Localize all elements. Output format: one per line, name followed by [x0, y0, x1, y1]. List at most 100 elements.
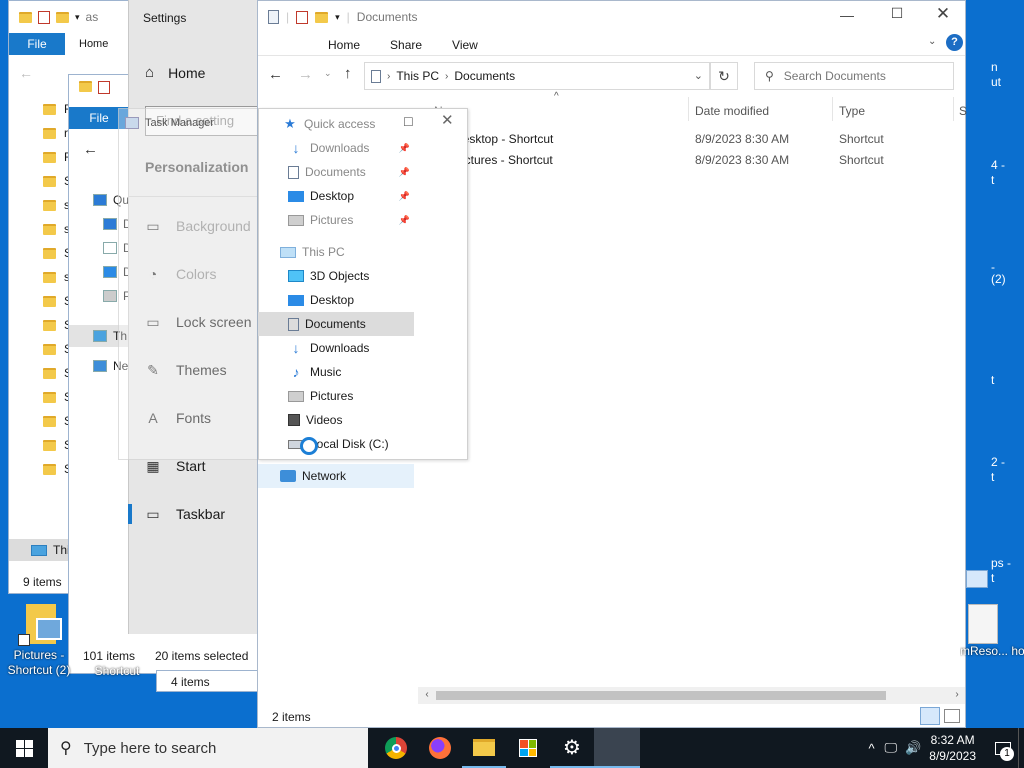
show-desktop-button[interactable]: [1018, 728, 1024, 768]
back-arrow-icon[interactable]: ←: [83, 141, 98, 158]
download-icon: ↓: [292, 340, 300, 356]
nav-qa-downloads[interactable]: ↓ Downloads 📌: [258, 136, 414, 160]
firefox-taskbar-button[interactable]: [418, 728, 462, 768]
tab-share[interactable]: Share: [390, 38, 422, 52]
nav-pc-videos[interactable]: Videos: [258, 408, 414, 432]
nav-quick-access[interactable]: ★ Quick access: [258, 112, 414, 136]
status-item-count: 101 items: [83, 649, 136, 663]
active-taskbar-button[interactable]: [594, 728, 640, 768]
nav-pc-local-disk-c-[interactable]: Local Disk (C:): [258, 432, 414, 456]
scroll-left-icon[interactable]: ‹: [420, 689, 434, 703]
dropdown-icon[interactable]: ▾: [75, 12, 80, 23]
address-dropdown-icon[interactable]: ⌄: [694, 69, 703, 82]
address-bar[interactable]: › This PC › Documents ⌄: [364, 62, 710, 90]
file-explorer-taskbar-button[interactable]: [462, 728, 506, 768]
ribbon-expand-icon[interactable]: ⌄: [928, 36, 936, 47]
close-icon[interactable]: ✕: [441, 111, 454, 129]
taskbar-search-box[interactable]: ⚲ Type here to search: [48, 728, 368, 768]
volume-icon[interactable]: 🔊: [905, 740, 921, 756]
pin-icon: 📌: [398, 142, 410, 153]
search-box[interactable]: ⚲ Search Documents: [754, 62, 954, 90]
third-window-status: 4 items: [156, 670, 258, 692]
file-type: Shortcut: [839, 153, 884, 167]
chevron-right-icon: ›: [387, 70, 391, 82]
nav-label: Pictures: [310, 389, 354, 403]
home-tab[interactable]: Home: [79, 38, 108, 50]
settings-home[interactable]: ⌂ Home: [145, 64, 205, 81]
column-date-modified[interactable]: Date modified: [695, 104, 769, 118]
nav-qa-desktop[interactable]: Desktop 📌: [258, 184, 414, 208]
file-row[interactable]: Desktop - Shortcut 8/9/2023 8:30 AM Shortc…: [418, 129, 965, 150]
pin-icon: 📌: [398, 214, 410, 225]
folder-icon: [43, 247, 56, 259]
settings-taskbar-button[interactable]: ⚙: [550, 728, 594, 768]
back-arrow-icon[interactable]: ←: [19, 65, 33, 81]
desktop-icon-resource-shortcut[interactable]: mReso... hortcut: [960, 604, 1024, 659]
scroll-right-icon[interactable]: ›: [950, 689, 964, 703]
details-view-icon[interactable]: [920, 707, 940, 725]
forward-arrow-icon[interactable]: →: [298, 66, 313, 83]
gear-icon: ⚙: [563, 736, 581, 759]
tab-home[interactable]: Home: [328, 38, 360, 52]
large-icons-view-icon[interactable]: [944, 709, 960, 723]
up-arrow-icon[interactable]: ↑: [344, 65, 352, 82]
nav-pc-pictures[interactable]: Pictures: [258, 384, 414, 408]
settings-item-label: Start: [176, 458, 206, 474]
desktop-icon-pictures-shortcut-2[interactable]: Pictures - Shortcut (2): [4, 604, 74, 678]
taskbar: ⚲ Type here to search ⚙ ^ 🖵 🔊 8:32 AM 8/…: [0, 728, 1024, 768]
nav-qa-documents[interactable]: Documents 📌: [258, 160, 414, 184]
clock[interactable]: 8:32 AM 8/9/2023: [929, 732, 976, 764]
folder-icon: [43, 391, 56, 403]
nav-this-pc[interactable]: This PC: [258, 240, 414, 264]
store-icon: [519, 739, 537, 757]
star-icon: [93, 194, 107, 206]
desktop-icon-shortcut[interactable]: Shortcut: [86, 664, 148, 679]
column-type[interactable]: Type: [839, 104, 865, 118]
scrollbar-thumb[interactable]: [436, 691, 886, 700]
horizontal-scrollbar[interactable]: ‹ ›: [418, 687, 965, 704]
nav-network[interactable]: Network: [258, 464, 414, 488]
tab-view[interactable]: View: [452, 38, 478, 52]
back-arrow-icon[interactable]: ←: [268, 66, 283, 83]
column-headers: ^ Name Date modified Type S: [418, 91, 967, 123]
settings-item-label: Taskbar: [176, 506, 226, 522]
maximize-button[interactable]: ☐: [882, 5, 912, 22]
document-stack-icon: [968, 604, 998, 644]
breadcrumb-documents[interactable]: Documents: [454, 69, 515, 83]
nav-qa-pictures[interactable]: Pictures 📌: [258, 208, 414, 232]
chevron-up-icon[interactable]: ^: [868, 741, 874, 756]
file-name: Desktop - Shortcut: [454, 132, 554, 146]
star-icon: ★: [284, 116, 296, 131]
notification-center-button[interactable]: 1: [988, 728, 1018, 768]
column-size[interactable]: S: [959, 104, 967, 118]
settings-item-taskbar[interactable]: ▭ Taskbar: [128, 490, 258, 538]
breadcrumb-this-pc[interactable]: This PC: [396, 69, 439, 83]
properties-icon[interactable]: [296, 10, 309, 24]
store-taskbar-button[interactable]: [506, 728, 550, 768]
file-tab[interactable]: File: [9, 33, 65, 55]
recent-locations-icon[interactable]: ⌄: [324, 68, 332, 79]
view-toggle-icon[interactable]: [966, 570, 988, 588]
selected-indicator: [128, 504, 132, 524]
network-icon: [280, 470, 296, 482]
new-folder-icon[interactable]: [315, 11, 329, 23]
file-row[interactable]: Pictures - Shortcut 8/9/2023 8:30 AM Short…: [418, 150, 965, 171]
nav-pc-3d-objects[interactable]: 3D Objects: [258, 264, 414, 288]
qat-dropdown-icon[interactable]: ▾: [335, 12, 340, 23]
refresh-button[interactable]: ↻: [710, 62, 738, 90]
nav-pc-downloads[interactable]: ↓ Downloads: [258, 336, 414, 360]
close-button[interactable]: ✕: [928, 4, 958, 24]
desktop-edge-label: 4 -: [991, 158, 1006, 172]
search-icon: ⚲: [60, 740, 72, 757]
help-icon[interactable]: ?: [946, 34, 963, 51]
document-icon: [288, 317, 299, 331]
folder-icon: [43, 367, 56, 379]
start-button[interactable]: [0, 728, 48, 768]
nav-pc-desktop[interactable]: Desktop: [258, 288, 414, 312]
nav-pc-music[interactable]: ♪ Music: [258, 360, 414, 384]
clock-time: 8:32 AM: [930, 733, 975, 747]
nav-pc-documents[interactable]: Documents: [258, 312, 414, 336]
minimize-button[interactable]: —: [832, 7, 862, 23]
network-status-icon[interactable]: 🖵: [885, 740, 898, 756]
chrome-taskbar-button[interactable]: [374, 728, 418, 768]
